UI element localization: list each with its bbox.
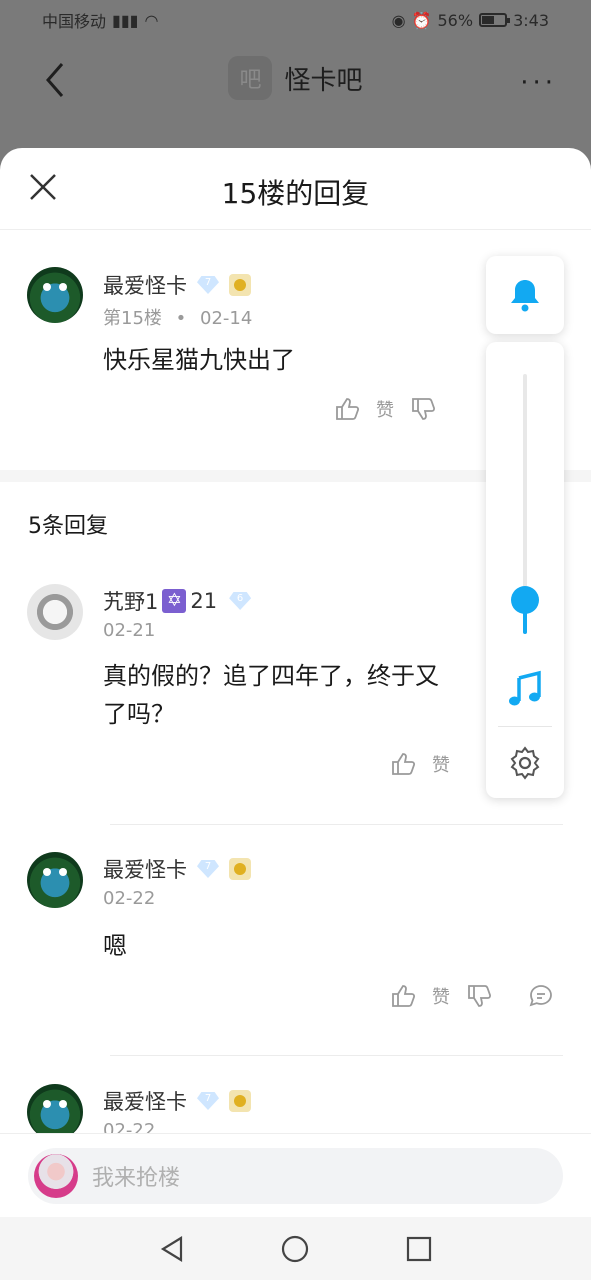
reply-content: 嗯 xyxy=(103,932,127,960)
music-note-icon[interactable] xyxy=(507,670,543,708)
like-label[interactable]: 赞 xyxy=(432,751,450,777)
like-label[interactable]: 赞 xyxy=(432,983,450,1009)
forum-title: 怪卡吧 xyxy=(284,65,363,96)
sheet-title: 15楼的回复 xyxy=(221,177,370,210)
reply-date: 02-21 xyxy=(103,620,156,641)
signal-icon: ▮▮▮ xyxy=(112,10,139,30)
floor-label: 第15楼 xyxy=(103,308,162,329)
forum-logo: 吧 xyxy=(228,56,273,100)
username[interactable]: 最爱怪卡 xyxy=(103,1086,187,1116)
post-content: 快乐星猫九快出了 xyxy=(103,346,295,374)
forum-header: 吧 怪卡吧 ··· xyxy=(0,40,591,148)
bell-icon xyxy=(511,280,539,312)
dislike-icon[interactable] xyxy=(466,983,492,1009)
nav-home-icon[interactable] xyxy=(280,1234,310,1264)
sun-badge-icon xyxy=(229,1090,251,1112)
media-control-panel xyxy=(486,342,564,798)
divider xyxy=(110,1055,563,1056)
battery-percent: 56% xyxy=(437,10,474,30)
post-date: 02-14 xyxy=(200,308,253,329)
comment-icon[interactable] xyxy=(528,983,554,1009)
dislike-icon[interactable] xyxy=(410,396,436,422)
nav-recents-icon[interactable] xyxy=(404,1234,434,1264)
divider xyxy=(110,824,563,825)
avatar[interactable] xyxy=(27,1084,83,1133)
divider xyxy=(498,726,552,727)
level-badge: 7 xyxy=(197,860,219,878)
reply-content-line2: 了吗？ xyxy=(103,700,175,728)
star-of-david-icon: ✡ xyxy=(162,589,187,613)
alarm-icon: ⏰ xyxy=(411,10,432,30)
notification-button[interactable] xyxy=(486,256,564,334)
status-bar: 中国移动 ▮▮▮ ◠ ◉ ⏰ 56% 3:43 xyxy=(0,0,591,40)
sheet-header: 15楼的回复 xyxy=(0,148,591,230)
reply-input[interactable]: 我来抢楼 xyxy=(28,1148,563,1204)
reply-bar: 我来抢楼 xyxy=(0,1133,591,1217)
level-badge: 7 xyxy=(197,1092,219,1110)
wifi-icon: ◠ xyxy=(144,10,159,30)
like-icon[interactable] xyxy=(390,751,416,777)
username[interactable]: 最爱怪卡 xyxy=(103,270,187,300)
battery-icon xyxy=(479,13,511,27)
sun-badge-icon xyxy=(229,858,251,880)
eye-icon: ◉ xyxy=(391,10,406,30)
reply-content: 真的假的？追了四年了，终于又 xyxy=(103,662,439,690)
my-avatar xyxy=(34,1154,78,1198)
avatar[interactable] xyxy=(27,267,83,323)
like-icon[interactable] xyxy=(334,396,360,422)
username[interactable]: 艽野1 xyxy=(103,586,158,616)
avatar[interactable] xyxy=(27,584,83,640)
reply-placeholder: 我来抢楼 xyxy=(92,1166,181,1191)
volume-slider-knob[interactable] xyxy=(511,586,539,614)
reply-date: 02-22 xyxy=(103,1120,156,1133)
username-suffix: 21 xyxy=(190,589,218,613)
nav-back-icon[interactable] xyxy=(157,1234,187,1264)
like-icon[interactable] xyxy=(390,983,416,1009)
like-label[interactable]: 赞 xyxy=(376,396,394,422)
sun-badge-icon xyxy=(229,274,251,296)
username[interactable]: 最爱怪卡 xyxy=(103,854,187,884)
gear-icon[interactable] xyxy=(507,745,543,781)
level-badge: 7 xyxy=(197,276,219,294)
level-badge: 6 xyxy=(229,592,252,610)
carrier-label: 中国移动 xyxy=(42,12,107,31)
reply-date: 02-22 xyxy=(103,888,156,909)
replies-count-title: 5条回复 xyxy=(28,514,108,539)
clock: 3:43 xyxy=(513,10,549,30)
more-icon[interactable]: ··· xyxy=(520,68,557,98)
system-nav-bar xyxy=(0,1217,591,1280)
avatar[interactable] xyxy=(27,852,83,908)
